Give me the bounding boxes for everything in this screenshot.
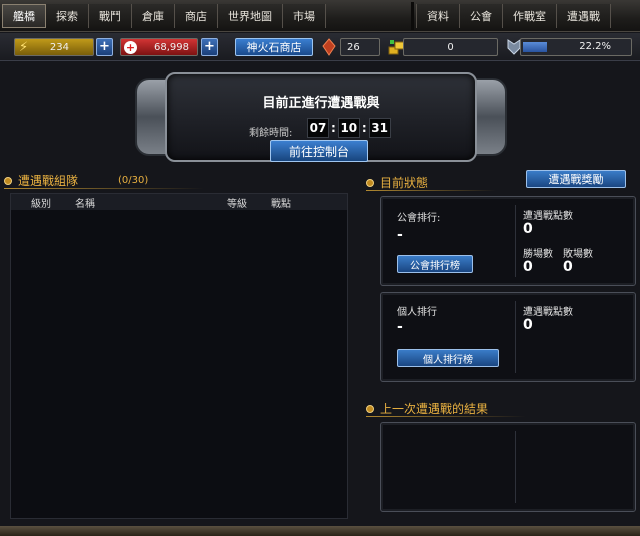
fire-stone-shop-button[interactable]: 神火石商店	[235, 38, 313, 56]
guild-ranking-button[interactable]: 公會排行榜	[397, 255, 473, 273]
exp-meter: 22.2%	[520, 38, 632, 56]
nav-tab-market[interactable]: 市場	[283, 4, 326, 28]
energy-value: 234	[49, 41, 69, 53]
guild-points-label: 遭遇戰點數	[523, 211, 573, 222]
nav-tab-shop[interactable]: 商店	[175, 4, 218, 28]
top-nav-bar: 艦橋 探索 戰鬥 倉庫 商店 世界地圖 市場 資料 公會 作戰室 遭遇戰	[0, 0, 640, 32]
party-title-text: 遭遇戰組隊	[18, 174, 79, 188]
wins-label: 勝場數	[523, 249, 553, 260]
party-count: (0/30)	[118, 175, 149, 186]
energy-meter: ⚡ 234	[14, 38, 94, 56]
losses-label: 敗場數	[563, 249, 593, 260]
nav-tab-warehouse[interactable]: 倉庫	[132, 4, 175, 28]
hp-meter: + 68,998	[120, 38, 198, 56]
exp-value: 22.2%	[579, 41, 611, 52]
guild-points-value: 0	[523, 221, 533, 237]
health-cross-icon: +	[124, 40, 137, 54]
status-section-title: 目前狀態	[366, 174, 428, 191]
timer-hours: 07	[307, 118, 329, 138]
panel-divider	[515, 301, 516, 373]
guild-status-panel: 公會排行: - 公會排行榜 遭遇戰點數 0 勝場數 敗場數 0 0	[380, 196, 636, 286]
party-list-table: 級別 名稱 等級 戰點	[10, 193, 348, 519]
section-bullet-icon	[366, 404, 374, 413]
column-header-class: 級別	[31, 199, 51, 210]
wins-value: 0	[523, 259, 533, 275]
timer-minutes: 10	[337, 118, 360, 138]
banner-title: 目前正進行遭遇戰與	[262, 96, 380, 111]
panel-divider	[515, 205, 516, 277]
status-title-text: 目前狀態	[380, 176, 429, 190]
column-header-name: 名稱	[75, 199, 95, 210]
nav-tab-bridge[interactable]: 艦橋	[2, 4, 46, 28]
nav-tab-guild[interactable]: 公會	[460, 4, 503, 28]
encounter-reward-button[interactable]: 遭遇戰獎勵	[526, 170, 626, 188]
personal-rank-value: -	[397, 319, 403, 335]
nav-tab-battle[interactable]: 戰鬥	[89, 4, 132, 28]
exp-bar-fill	[523, 42, 548, 52]
party-list-header: 級別 名稱 等級 戰點	[11, 194, 347, 210]
add-hp-button[interactable]: +	[201, 38, 218, 56]
last-result-panel	[380, 422, 636, 512]
add-energy-button[interactable]: +	[96, 38, 113, 56]
guild-rank-label: 公會排行:	[397, 213, 441, 224]
timer-label: 剩餘時間:	[249, 128, 293, 139]
resource-bar: ⚡ 234 + + 68,998 + 神火石商店 26 0 22.2%	[0, 33, 640, 61]
lightning-icon: ⚡	[19, 39, 29, 55]
guild-rank-value: -	[397, 227, 403, 243]
secondary-nav: 資料 公會 作戰室 遭遇戰	[416, 4, 611, 28]
gem-count: 26	[340, 38, 380, 56]
nav-tab-war-room[interactable]: 作戰室	[503, 4, 557, 28]
hp-value: 68,998	[154, 41, 189, 53]
go-to-console-button[interactable]: 前往控制台	[270, 140, 368, 162]
losses-value: 0	[563, 259, 573, 275]
personal-rank-label: 個人排行	[397, 307, 437, 318]
personal-ranking-button[interactable]: 個人排行榜	[397, 349, 499, 367]
nav-tab-encounter[interactable]: 遭遇戰	[557, 4, 611, 28]
nav-tab-profile[interactable]: 資料	[416, 4, 460, 28]
nav-divider	[411, 2, 414, 30]
nav-tab-explore[interactable]: 探索	[46, 4, 89, 28]
column-header-level: 等級	[227, 199, 247, 210]
gold-value: 0	[447, 41, 454, 53]
section-bullet-icon	[4, 176, 12, 185]
countdown-timer: 07 : 10 : 31	[307, 118, 391, 138]
personal-points-label: 遭遇戰點數	[523, 307, 573, 318]
fire-gem-icon	[318, 36, 340, 58]
main-nav: 艦橋 探索 戰鬥 倉庫 商店 世界地圖 市場	[2, 4, 326, 28]
panel-divider	[515, 431, 516, 503]
timer-separator: :	[331, 121, 336, 135]
column-header-points: 戰點	[271, 199, 291, 210]
last-result-section-title: 上一次遭遇戰的結果	[366, 400, 488, 417]
gem-value: 26	[347, 41, 360, 53]
timer-seconds: 31	[368, 118, 391, 138]
party-section-title: 遭遇戰組隊 (0/30)	[4, 172, 148, 189]
section-bullet-icon	[366, 178, 374, 187]
gold-count: 0	[403, 38, 498, 56]
personal-points-value: 0	[523, 317, 533, 333]
window-bottom-frame	[0, 526, 640, 536]
timer-separator: :	[361, 121, 367, 135]
personal-status-panel: 個人排行 - 個人排行榜 遭遇戰點數 0	[380, 292, 636, 382]
last-result-title-text: 上一次遭遇戰的結果	[380, 402, 489, 416]
last-result-title-underline	[366, 416, 526, 417]
status-title-underline	[366, 190, 496, 191]
nav-tab-world-map[interactable]: 世界地圖	[218, 4, 283, 28]
party-title-underline	[4, 188, 204, 189]
